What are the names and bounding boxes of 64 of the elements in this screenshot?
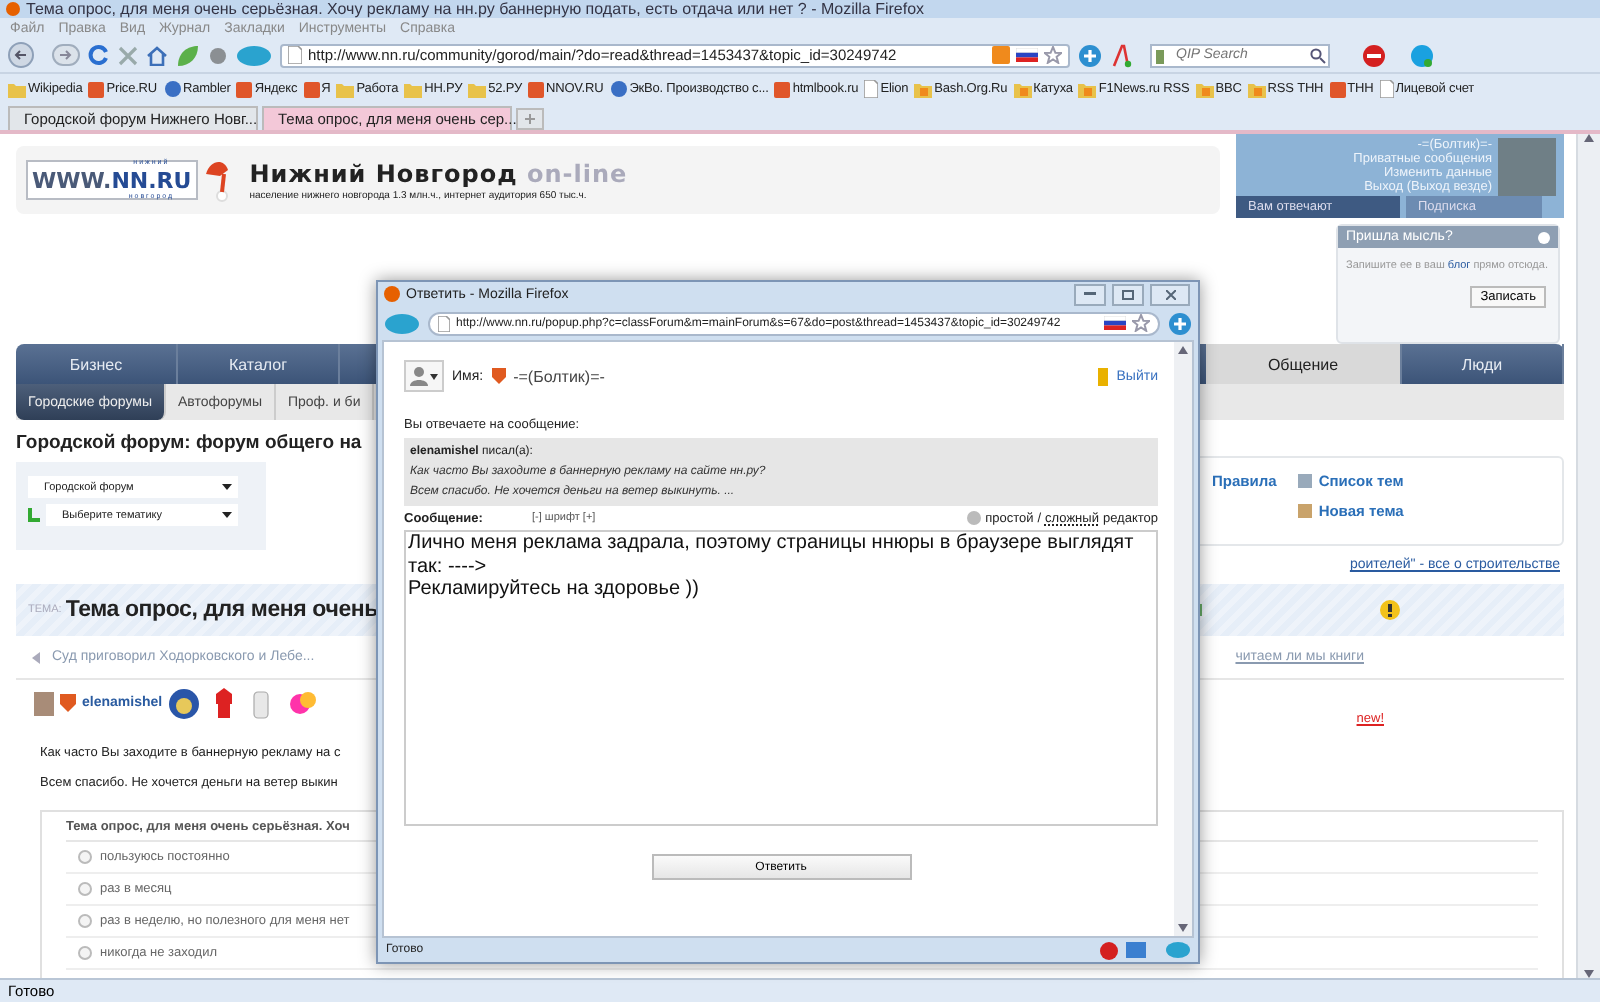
feed-folder-icon: [1013, 81, 1032, 97]
feed-folder-icon: [914, 81, 933, 97]
flag-icon: [1016, 48, 1038, 62]
site-icon: [774, 81, 791, 97]
leaf-icon[interactable]: [176, 43, 200, 67]
close-button[interactable]: [1150, 283, 1190, 305]
folder-icon: [468, 81, 487, 97]
user-icon: [410, 366, 428, 386]
user-name: -=(Болтик)=-: [513, 367, 605, 385]
help-icon[interactable]: [1380, 600, 1400, 621]
arrow-left-icon: [32, 651, 44, 664]
topic-title: Тема опрос, для меня очень: [65, 598, 379, 623]
reload-icon[interactable]: [88, 44, 110, 66]
folder-icon: [8, 81, 26, 97]
page-icon: [438, 315, 450, 331]
site-icon: [1329, 81, 1346, 97]
shield-icon: [60, 694, 76, 713]
page-icon: [288, 46, 302, 64]
forum-title: Городской форум: форум общего на: [16, 432, 364, 455]
radio-button[interactable]: [78, 946, 92, 961]
site-icon: [88, 81, 105, 97]
nav-tab[interactable]: Общение: [1206, 344, 1402, 385]
add-icon[interactable]: [1168, 311, 1192, 335]
page-icon: [1379, 80, 1394, 98]
feed-folder-icon: [1078, 81, 1097, 97]
maximize-button[interactable]: [1112, 283, 1144, 305]
avatar-placeholder: [34, 691, 54, 716]
window-title: Тема опрос, для меня очень серьёзная. Хочу рекламу на нн.ру баннерную подать, есть отдача или нет ? - Mozilla Firefox: [26, 0, 925, 18]
avatar-dropdown[interactable]: [404, 360, 444, 392]
star-icon[interactable]: [1132, 314, 1150, 332]
site-title: Нижний Новгород on-line: [249, 159, 628, 187]
search-icon[interactable]: [1310, 47, 1326, 63]
feed-folder-icon: [1247, 81, 1266, 97]
page-icon: [864, 80, 879, 98]
add-icon[interactable]: [1078, 43, 1102, 67]
caret-icon: [222, 512, 232, 519]
folder-icon: [336, 81, 355, 97]
new-tab-icon[interactable]: [516, 108, 544, 130]
radio-button[interactable]: [78, 850, 92, 865]
maximize-icon: [1122, 289, 1134, 299]
feed-folder-icon: [1195, 81, 1214, 97]
radio-button[interactable]: [78, 882, 92, 897]
folder-icon: [404, 81, 423, 97]
forward-button[interactable]: [52, 44, 80, 66]
message-field[interactable]: Лично меня реклама задрала, поэтому страницы ннюры в браузере выглядят так: ----> Рекламируйтесь на здоровье )): [404, 530, 1158, 826]
radio-button[interactable]: [78, 914, 92, 929]
flag-icon: [1104, 316, 1126, 330]
caret-icon: [222, 484, 232, 491]
minimize-icon: [1084, 292, 1096, 296]
scroll-down-icon[interactable]: [1178, 924, 1188, 932]
caret-icon: [430, 373, 438, 379]
minimize-button[interactable]: [1074, 283, 1106, 305]
site-icon: [528, 81, 544, 97]
scroll-up-icon[interactable]: [1178, 346, 1188, 354]
site-icon: [236, 81, 253, 97]
shield-icon: [491, 368, 506, 384]
close-icon: [1165, 289, 1175, 299]
close-icon[interactable]: [1538, 231, 1550, 243]
star-icon[interactable]: [1044, 46, 1062, 64]
santa-hat-icon: [203, 158, 232, 202]
home-icon[interactable]: [146, 45, 168, 65]
site-icon: [303, 81, 320, 97]
stop-icon[interactable]: [118, 45, 138, 65]
photo-placeholder: [1498, 138, 1556, 196]
